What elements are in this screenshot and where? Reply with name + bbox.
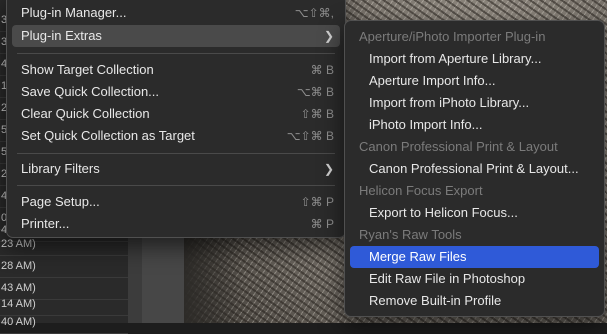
edit-raw-photoshop-item[interactable]: Edit Raw File in Photoshop [350, 268, 599, 290]
merge-raw-files-item[interactable]: Merge Raw Files [350, 246, 599, 268]
printer-item[interactable]: Printer... ⌘ P [12, 213, 340, 235]
section-header-label: Canon Professional Print & Layout [359, 139, 558, 154]
chevron-right-icon: ❯ [323, 162, 334, 176]
save-quick-collection-item[interactable]: Save Quick Collection... ⌥⌘ B [12, 81, 340, 103]
plugin-extras-item[interactable]: Plug-in Extras ❯ [12, 25, 340, 47]
menu-item-label: Canon Professional Print & Layout... [369, 161, 579, 176]
section-header-label: Aperture/iPhoto Importer Plug-in [359, 29, 546, 44]
menu-item-label: Plug-in Manager... [21, 5, 127, 20]
shortcut-label: ⌥⇧⌘ B [286, 129, 334, 143]
menu-item-label: Library Filters [21, 161, 100, 176]
menu-item-label: Set Quick Collection as Target [21, 128, 195, 143]
shortcut-label: ⌥⇧⌘, [294, 6, 334, 20]
section-header-label: Ryan's Raw Tools [359, 227, 462, 242]
import-iphoto-item[interactable]: Import from iPhoto Library... [350, 92, 599, 114]
helicon-section-header: Helicon Focus Export [350, 180, 599, 202]
library-filters-item[interactable]: Library Filters ❯ [12, 158, 340, 180]
shortcut-label: ⇧⌘ B [300, 107, 334, 121]
iphoto-import-info-item[interactable]: iPhoto Import Info... [350, 114, 599, 136]
plugin-manager-item[interactable]: Plug-in Manager... ⌥⇧⌘, [12, 2, 340, 24]
menu-item-label: Show Target Collection [21, 62, 154, 77]
menu-item-label: Edit Raw File in Photoshop [369, 271, 526, 286]
menu-item-label: Export to Helicon Focus... [369, 205, 518, 220]
menu-item-label: Page Setup... [21, 194, 100, 209]
section-header-label: Helicon Focus Export [359, 183, 483, 198]
menu-item-label: Clear Quick Collection [21, 106, 150, 121]
menu-item-label: Merge Raw Files [369, 249, 467, 264]
menu-separator [17, 153, 335, 154]
shortcut-label: ⌘ B [310, 63, 334, 77]
menu-separator [17, 53, 335, 54]
shortcut-label: ⇧⌘ P [300, 195, 334, 209]
list-item-text: 14 AM) [1, 298, 36, 310]
menu-item-label: Remove Built-in Profile [369, 293, 502, 308]
list-item[interactable]: 28 AM) [0, 256, 128, 278]
shortcut-label: ⌥⌘ B [296, 85, 334, 99]
menu-item-label: iPhoto Import Info... [369, 117, 483, 132]
plugin-extras-submenu: Aperture/iPhoto Importer Plug-in Import … [344, 20, 605, 317]
aperture-import-info-item[interactable]: Aperture Import Info... [350, 70, 599, 92]
remove-builtin-profile-item[interactable]: Remove Built-in Profile [350, 290, 599, 312]
page-setup-item[interactable]: Page Setup... ⇧⌘ P [12, 191, 340, 213]
list-item-text: 23 AM) [1, 238, 36, 250]
list-item[interactable]: 40 AM) [0, 312, 128, 334]
menu-item-label: Import from Aperture Library... [369, 51, 542, 66]
menu-item-label: Aperture Import Info... [369, 73, 496, 88]
menu-item-label: Plug-in Extras [21, 28, 102, 43]
menu-item-label: Import from iPhoto Library... [369, 95, 530, 110]
show-target-collection-item[interactable]: Show Target Collection ⌘ B [12, 59, 340, 81]
ryans-raw-tools-header: Ryan's Raw Tools [350, 224, 599, 246]
aperture-section-header: Aperture/iPhoto Importer Plug-in [350, 26, 599, 48]
canon-print-layout-item[interactable]: Canon Professional Print & Layout... [350, 158, 599, 180]
import-aperture-item[interactable]: Import from Aperture Library... [350, 48, 599, 70]
menu-separator [17, 185, 335, 186]
shortcut-label: ⌘ P [310, 217, 334, 231]
export-helicon-item[interactable]: Export to Helicon Focus... [350, 202, 599, 224]
list-item-text: 43 AM) [1, 282, 36, 294]
menu-item-label: Printer... [21, 216, 70, 231]
file-menu: Plug-in Manager... ⌥⇧⌘, Plug-in Extras ❯… [6, 0, 346, 238]
clear-quick-collection-item[interactable]: Clear Quick Collection ⇧⌘ B [12, 103, 340, 125]
list-item-text: 28 AM) [1, 260, 36, 272]
chevron-right-icon: ❯ [323, 29, 334, 43]
menu-item-label: Save Quick Collection... [21, 84, 160, 99]
set-quick-collection-target-item[interactable]: Set Quick Collection as Target ⌥⇧⌘ B [12, 125, 340, 147]
list-item-text: 40 AM) [1, 316, 36, 328]
canon-section-header: Canon Professional Print & Layout [350, 136, 599, 158]
